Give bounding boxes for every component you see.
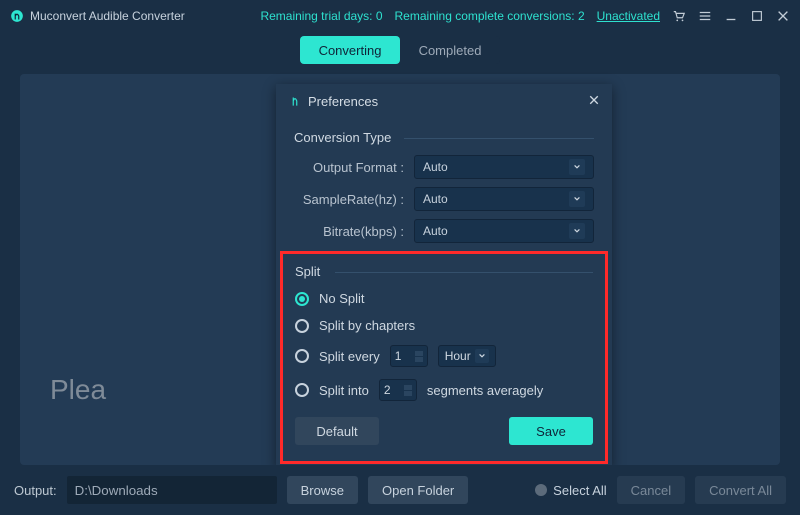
split-heading: Split (295, 264, 593, 279)
radio-icon (295, 349, 309, 363)
split-every-unit: Hour (445, 349, 471, 363)
split-every-value-stepper[interactable]: 1 (390, 345, 428, 367)
split-every-unit-select[interactable]: Hour (438, 345, 496, 367)
complete-conversions: Remaining complete conversions: 2 (395, 9, 585, 23)
split-option-chapters[interactable]: Split by chapters (295, 318, 593, 333)
radio-icon (295, 319, 309, 333)
select-all-label: Select All (553, 483, 606, 498)
placeholder-text: Plea (50, 374, 106, 406)
dialog-logo-icon (288, 94, 302, 108)
split-into-suffix: segments averagely (427, 383, 543, 398)
radio-icon (535, 484, 547, 496)
output-format-select[interactable]: Auto (414, 155, 594, 179)
chevron-down-icon (475, 349, 489, 363)
cart-icon[interactable] (672, 9, 686, 23)
preferences-dialog: Preferences Conversion Type Output Forma… (276, 84, 612, 468)
browse-button[interactable]: Browse (287, 476, 358, 504)
samplerate-select[interactable]: Auto (414, 187, 594, 211)
radio-icon (295, 292, 309, 306)
open-folder-button[interactable]: Open Folder (368, 476, 468, 504)
bitrate-label: Bitrate(kbps) : (294, 224, 414, 239)
save-button[interactable]: Save (509, 417, 593, 445)
spinner-icon (404, 385, 412, 396)
split-none-label: No Split (319, 291, 365, 306)
app-title: Muconvert Audible Converter (30, 9, 185, 23)
app-logo-icon (10, 9, 24, 23)
dialog-titlebar: Preferences (276, 84, 612, 118)
tab-converting[interactable]: Converting (300, 36, 400, 64)
select-all-toggle[interactable]: Select All (535, 483, 606, 498)
split-option-every[interactable]: Split every 1 Hour (295, 345, 593, 367)
chevron-down-icon (569, 191, 585, 207)
split-into-label: Split into (319, 383, 369, 398)
spinner-icon (415, 351, 423, 362)
split-every-label: Split every (319, 349, 380, 364)
split-chapters-label: Split by chapters (319, 318, 415, 333)
bitrate-select[interactable]: Auto (414, 219, 594, 243)
maximize-icon[interactable] (750, 9, 764, 23)
output-path-input[interactable] (67, 476, 277, 504)
chevron-down-icon (569, 223, 585, 239)
split-section-highlight: Split No Split Split by chapters Split e… (280, 251, 608, 464)
bitrate-value: Auto (423, 224, 448, 238)
split-option-into[interactable]: Split into 2 segments averagely (295, 379, 593, 401)
close-icon[interactable] (776, 9, 790, 23)
minimize-icon[interactable] (724, 9, 738, 23)
output-format-label: Output Format : (294, 160, 414, 175)
tab-completed[interactable]: Completed (400, 36, 500, 64)
convert-all-button[interactable]: Convert All (695, 476, 786, 504)
split-option-none[interactable]: No Split (295, 291, 593, 306)
titlebar: Muconvert Audible Converter Remaining tr… (0, 0, 800, 32)
samplerate-label: SampleRate(hz) : (294, 192, 414, 207)
default-button[interactable]: Default (295, 417, 379, 445)
bottom-bar: Output: Browse Open Folder Select All Ca… (0, 465, 800, 515)
chevron-down-icon (569, 159, 585, 175)
menu-icon[interactable] (698, 9, 712, 23)
split-into-value-stepper[interactable]: 2 (379, 379, 417, 401)
radio-icon (295, 383, 309, 397)
split-every-value: 1 (395, 349, 402, 363)
output-format-value: Auto (423, 160, 448, 174)
conversion-type-heading: Conversion Type (294, 130, 594, 145)
output-label: Output: (14, 483, 57, 498)
cancel-button[interactable]: Cancel (617, 476, 685, 504)
samplerate-value: Auto (423, 192, 448, 206)
tabs-row: Converting Completed (0, 36, 800, 64)
trial-days: Remaining trial days: 0 (260, 9, 382, 23)
unactivated-link[interactable]: Unactivated (597, 9, 660, 23)
dialog-close-icon[interactable] (588, 94, 600, 109)
dialog-title: Preferences (308, 94, 378, 109)
split-into-value: 2 (384, 383, 391, 397)
